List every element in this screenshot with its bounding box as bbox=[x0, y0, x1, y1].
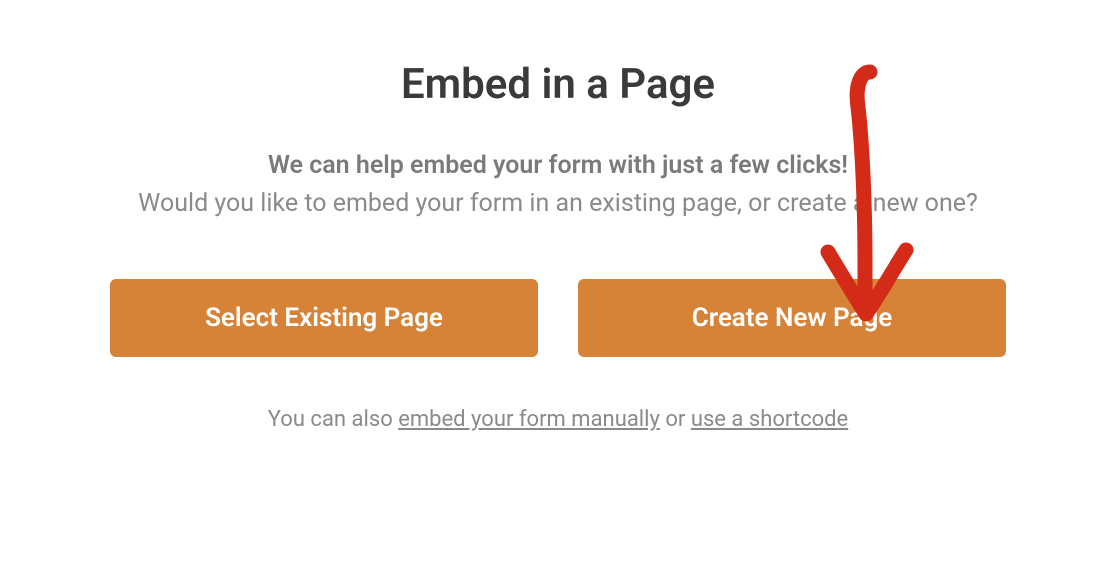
modal-subtitle-bold: We can help embed your form with just a … bbox=[110, 147, 1006, 185]
select-existing-page-button[interactable]: Select Existing Page bbox=[110, 279, 538, 357]
use-shortcode-link[interactable]: use a shortcode bbox=[691, 407, 848, 432]
footer-text: You can also embed your form manually or… bbox=[110, 407, 1006, 432]
footer-middle: or bbox=[660, 407, 691, 432]
button-row: Select Existing Page Create New Page bbox=[110, 279, 1006, 357]
footer-prefix: You can also bbox=[268, 407, 398, 432]
modal-subtitle: Would you like to embed your form in an … bbox=[110, 185, 1006, 224]
modal-title: Embed in a Page bbox=[110, 60, 1006, 109]
embed-modal: Embed in a Page We can help embed your f… bbox=[0, 0, 1116, 472]
embed-manually-link[interactable]: embed your form manually bbox=[398, 407, 660, 432]
create-new-page-button[interactable]: Create New Page bbox=[578, 279, 1006, 357]
